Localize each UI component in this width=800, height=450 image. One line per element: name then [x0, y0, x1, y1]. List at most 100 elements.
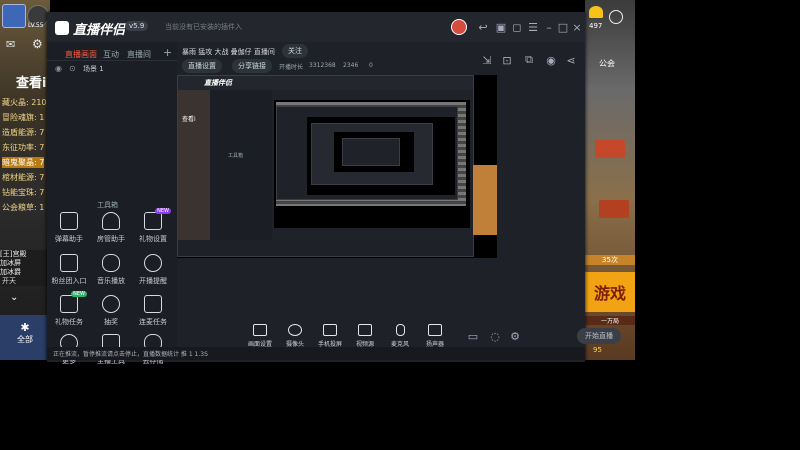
follow-button[interactable]: 关注 [282, 44, 308, 58]
stat-row: 钻能宝珠: 7 [2, 188, 45, 197]
chevron-down-icon[interactable]: ⌄ [10, 292, 18, 303]
live-settings-chip[interactable]: 直播设置 [182, 59, 222, 73]
nested-right-strip [473, 165, 497, 235]
forklift-image [599, 200, 629, 218]
nested-preview-2 [307, 117, 455, 195]
nested-preview-1 [274, 100, 470, 228]
tab-interact[interactable]: 互动 [103, 49, 119, 60]
add-scene-button[interactable]: + [163, 46, 172, 59]
stat-row: 棺材能源: 7 [2, 173, 45, 182]
tool-music[interactable]: 音乐播放 [91, 254, 131, 286]
player-avatar[interactable] [2, 4, 26, 28]
cloud-icon [102, 254, 120, 272]
menu-icon[interactable]: ☰ [525, 19, 541, 35]
tool-gift-settings[interactable]: NEW 礼物设置 [133, 208, 173, 244]
scene-name[interactable]: 场景 1 [83, 64, 104, 74]
start-live-button[interactable]: 开始直播 [577, 328, 621, 344]
background-game-left: LV.55 ✉ ⚙ 查看i 藏火晶: 210 冒险魂旗: 1 造盾能源: 7 东… [0, 0, 50, 360]
coin-icon [589, 6, 603, 18]
eye-icon[interactable]: ◉ [55, 64, 62, 73]
nested-sidebar: 工具箱 [210, 90, 272, 240]
guild-label: 公会 [599, 59, 615, 68]
tab-divider [47, 60, 177, 61]
nested-left-strip: 查看i [178, 90, 210, 240]
lock-icon[interactable]: ⊡ [499, 52, 515, 68]
camera-button[interactable]: 摄像头 [280, 324, 310, 348]
nested-window-4 [342, 138, 400, 166]
scene-setting-button[interactable]: 画面设置 [245, 324, 275, 348]
camera-icon [288, 324, 302, 336]
stat-likes: 2346 [343, 62, 359, 69]
phone-icon [323, 324, 337, 336]
add-icon[interactable] [609, 10, 623, 24]
tool-fan-club[interactable]: 粉丝团入口 [49, 254, 89, 286]
play-icon [358, 324, 372, 336]
fullscreen-panel[interactable]: ✱ 全部 [0, 315, 50, 360]
settings-icon[interactable]: ⚙ [507, 328, 523, 344]
tool-link-task[interactable]: 连麦任务 [133, 295, 173, 327]
video-toggle-icon[interactable]: ▭ [465, 328, 481, 344]
tab-live-view[interactable]: 直播画面 [65, 49, 97, 60]
video-source-button[interactable]: 视频源 [350, 324, 380, 348]
nested-brand: 直播伴侣 [204, 79, 232, 87]
tool-room-admin[interactable]: 房管助手 [91, 212, 131, 244]
microphone-icon [395, 324, 405, 336]
panel-header: 查看i [16, 76, 47, 91]
tab-room[interactable]: 直播间 [127, 49, 151, 60]
shield-icon [60, 254, 78, 272]
chat-icon[interactable]: ◻ [509, 19, 525, 35]
version-badge[interactable]: v5.9 [125, 21, 149, 31]
chat-tab[interactable]: 开天 [2, 276, 16, 286]
room-title: 暴雨 猛攻 大战 叠伽仔 直播间 [182, 48, 275, 56]
tool-lottery[interactable]: 抽奖 [91, 295, 131, 327]
app-logo-icon [55, 20, 69, 39]
gift-icon: NEW [144, 208, 171, 230]
nested-window-3 [311, 123, 433, 185]
lottery-icon [102, 295, 120, 313]
user-avatar[interactable] [451, 19, 467, 35]
monitor-icon [253, 324, 267, 336]
stat-row: 公会粮草: 1 [2, 203, 45, 212]
coin-count: 497 [589, 22, 603, 30]
user-icon [102, 212, 120, 230]
tool-gift-task[interactable]: NEW 礼物任务 [49, 291, 89, 327]
record-icon[interactable]: ◉ [543, 52, 559, 68]
share-link-chip[interactable]: 分享链接 [232, 59, 272, 73]
camera-icon[interactable]: ⧉ [521, 52, 537, 68]
grid-icon: ✱ [20, 321, 30, 334]
tool-reminder[interactable]: 开播提醒 [133, 254, 173, 286]
nested-preview-3 [334, 132, 414, 172]
level-badge: LV.55 [28, 22, 44, 29]
share-icon[interactable]: ⋖ [563, 52, 579, 68]
beauty-icon[interactable]: ◌ [487, 328, 503, 344]
phone-cast-button[interactable]: 手机投屏 [315, 324, 345, 348]
mail-icon[interactable]: ✉ [6, 38, 15, 51]
nested-title: 查看i [182, 116, 196, 123]
nested-bottom-toolbar [178, 240, 473, 256]
nested-titlebar: 直播伴侣 [178, 76, 473, 90]
stat-row-highlight: 暗鬼聚晶: 7 [2, 157, 45, 168]
tool-danmu[interactable]: 弹幕助手 [49, 212, 89, 244]
barrage-icon [60, 212, 78, 230]
live-preview-canvas[interactable]: 直播伴侣 查看i 工具箱 [177, 75, 497, 258]
fullscreen-label: 全部 [17, 335, 33, 344]
save-icon[interactable]: ▣ [493, 19, 509, 35]
clock-icon [144, 254, 162, 272]
title-tip: 当前没有已安装的插件入 [165, 23, 242, 31]
return-icon[interactable]: ↩ [475, 19, 491, 35]
shield-check-icon [144, 295, 162, 313]
settings-gear-icon[interactable]: ⚙ [32, 37, 43, 51]
background-game-right: 497 公会 35次 游戏 一万局 95 [585, 0, 635, 360]
export-icon[interactable]: ⇲ [479, 52, 495, 68]
lock-icon[interactable]: ⊙ [69, 64, 76, 73]
forklift-image [595, 140, 625, 158]
close-icon[interactable]: × [569, 19, 585, 35]
rank-label: 一万局 [585, 316, 635, 325]
speaker-button[interactable]: 扬声器 [420, 324, 450, 348]
task-icon: NEW [60, 291, 87, 313]
status-bar: 正在推流，暂停推流请点击停止，直播数据统计 推 1 1.3S [47, 347, 585, 360]
promo-banner[interactable]: 游戏 [585, 272, 635, 312]
microphone-button[interactable]: 麦克风 [385, 324, 415, 348]
nested-tools-header: 工具箱 [228, 153, 244, 159]
status-text: 正在推流，暂停推流请点击停止，直播数据统计 推 1 1.3S [53, 351, 208, 358]
